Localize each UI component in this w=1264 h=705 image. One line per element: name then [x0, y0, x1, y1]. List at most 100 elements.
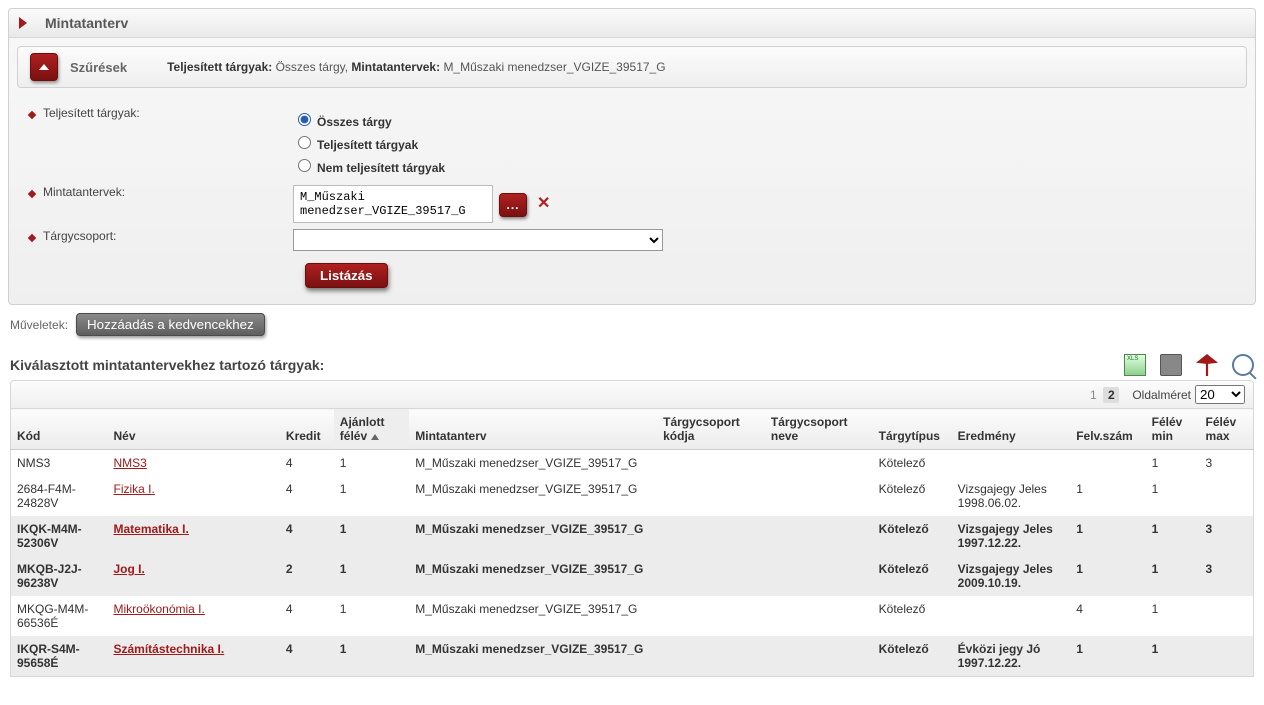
cell-kod: IKQR-S4M-95658É: [11, 636, 108, 677]
summary-key-2: Mintatantervek:: [351, 60, 440, 74]
cell-eredmeny: [952, 450, 1071, 477]
cell-ajanlott-felev: 1: [334, 636, 409, 677]
col-ajanlott-felev[interactable]: Ajánlott félév: [334, 409, 409, 450]
col-targycsoport-neve[interactable]: Tárgycsoport neve: [765, 409, 873, 450]
page-1[interactable]: 1: [1085, 387, 1101, 403]
filter-row-curricula: Mintatantervek: M_Műszaki menedzser_VGIZ…: [25, 185, 1239, 223]
curricula-clear-button[interactable]: ✕: [537, 193, 550, 213]
curricula-browse-button[interactable]: ...: [499, 193, 527, 217]
cell-felev-max: 3: [1200, 516, 1254, 556]
table-row: IKQK-M4M-52306VMatematika I.41M_Műszaki …: [11, 516, 1254, 556]
col-nev[interactable]: Név: [107, 409, 279, 450]
cell-eredmeny: Vizsgajegy Jeles 2009.10.19.: [952, 556, 1071, 596]
add-favorite-button[interactable]: Hozzáadás a kedvencekhez: [76, 313, 265, 336]
pin-icon[interactable]: [1196, 354, 1218, 376]
cell-felvszam: 1: [1070, 476, 1145, 516]
pagesize-select[interactable]: 20: [1195, 385, 1245, 404]
chevron-right-icon: [19, 17, 27, 29]
filter-row-completed: Teljesített tárgyak: Összes tárgy Teljes…: [25, 106, 1239, 179]
cell-felvszam: 1: [1070, 516, 1145, 556]
cell-targytipus: Kötelező: [873, 450, 952, 477]
cell-mintatanterv: M_Műszaki menedzser_VGIZE_39517_G: [409, 636, 657, 677]
diamond-icon: [28, 190, 36, 198]
course-link[interactable]: Számítástechnika I.: [113, 642, 224, 656]
course-link[interactable]: Jog I.: [113, 562, 144, 576]
cell-mintatanterv: M_Műszaki menedzser_VGIZE_39517_G: [409, 476, 657, 516]
radio-notdone[interactable]: Nem teljesített tárgyak: [293, 156, 445, 175]
cell-kredit: 4: [280, 636, 334, 677]
cell-tgk: [657, 476, 765, 516]
page-panel: Mintatanterv Szűrések Teljesített tárgya…: [8, 8, 1256, 305]
list-button[interactable]: Listázás: [305, 263, 388, 288]
export-xls-icon[interactable]: [1124, 354, 1146, 376]
cell-nev: Mikroökonómia I.: [107, 596, 279, 636]
col-mintatanterv[interactable]: Mintatanterv: [409, 409, 657, 450]
filter-body: Teljesített tárgyak: Összes tárgy Teljes…: [17, 96, 1247, 296]
radio-notdone-input[interactable]: [298, 159, 311, 172]
col-felev-max[interactable]: Félév max: [1200, 409, 1254, 450]
table-header-row: Kód Név Kredit Ajánlott félév Mintatante…: [11, 409, 1254, 450]
pagesize-label: Oldalméret: [1132, 388, 1191, 402]
cell-nev: Jog I.: [107, 556, 279, 596]
radio-done-input[interactable]: [298, 136, 311, 149]
col-targycsoport-kodja[interactable]: Tárgycsoport kódja: [657, 409, 765, 450]
operations-row: Műveletek: Hozzáadás a kedvencekhez: [10, 313, 1254, 336]
cell-tgn: [765, 476, 873, 516]
cell-felev-min: 1: [1146, 450, 1200, 477]
cell-targytipus: Kötelező: [873, 596, 952, 636]
cell-ajanlott-felev: 1: [334, 450, 409, 477]
cell-felev-max: 3: [1200, 450, 1254, 477]
collapse-filters-button[interactable]: [30, 53, 58, 81]
filter-row-subjectgroup: Tárgycsoport:: [25, 229, 1239, 251]
search-icon[interactable]: [1232, 354, 1254, 376]
cell-kod: MKQB-J2J-96238V: [11, 556, 108, 596]
radio-all[interactable]: Összes tárgy: [293, 110, 445, 129]
cell-felev-min: 1: [1146, 516, 1200, 556]
cell-tgk: [657, 450, 765, 477]
course-link[interactable]: Fizika I.: [113, 482, 154, 496]
page-2[interactable]: 2: [1103, 387, 1119, 403]
cell-kod: MKQG-M4M-66536É: [11, 596, 108, 636]
cell-felvszam: 1: [1070, 556, 1145, 596]
course-link[interactable]: Mikroökonómia I.: [113, 602, 204, 616]
cell-felev-min: 1: [1146, 556, 1200, 596]
cell-ajanlott-felev: 1: [334, 596, 409, 636]
cell-kod: NMS3: [11, 450, 108, 477]
cell-felvszam: 1: [1070, 636, 1145, 677]
cell-ajanlott-felev: 1: [334, 516, 409, 556]
cell-tgn: [765, 636, 873, 677]
cell-nev: NMS3: [107, 450, 279, 477]
grid-section-head: Kiválasztott mintatantervekhez tartozó t…: [10, 354, 1254, 376]
cell-eredmeny: [952, 596, 1071, 636]
cell-tgk: [657, 636, 765, 677]
col-felvszam[interactable]: Felv.szám: [1070, 409, 1145, 450]
course-link[interactable]: NMS3: [113, 456, 146, 470]
cell-kredit: 4: [280, 476, 334, 516]
col-felev-min[interactable]: Félév min: [1146, 409, 1200, 450]
cell-nev: Matematika I.: [107, 516, 279, 556]
subjectgroup-select[interactable]: [293, 229, 663, 251]
course-link[interactable]: Matematika I.: [113, 522, 188, 536]
curricula-input[interactable]: M_Műszaki menedzser_VGIZE_39517_G: [293, 185, 493, 223]
cell-tgn: [765, 596, 873, 636]
radio-done[interactable]: Teljesített tárgyak: [293, 133, 445, 152]
pager: 1 2 Oldalméret 20: [10, 380, 1254, 408]
page-header: Mintatanterv: [9, 9, 1255, 38]
cell-targytipus: Kötelező: [873, 516, 952, 556]
table-row: IKQR-S4M-95658ÉSzámítástechnika I.41M_Mű…: [11, 636, 1254, 677]
cell-kod: IKQK-M4M-52306V: [11, 516, 108, 556]
col-kredit[interactable]: Kredit: [280, 409, 334, 450]
diamond-icon: [28, 111, 36, 119]
cell-eredmeny: Vizsgajegy Jeles 1997.12.22.: [952, 516, 1071, 556]
col-eredmeny[interactable]: Eredmény: [952, 409, 1071, 450]
print-icon[interactable]: [1160, 354, 1182, 376]
table-row: 2684-F4M-24828VFizika I.41M_Műszaki mene…: [11, 476, 1254, 516]
col-targytipus[interactable]: Tárgytípus: [873, 409, 952, 450]
cell-felev-max: [1200, 636, 1254, 677]
filter-bar: Szűrések Teljesített tárgyak: Összes tár…: [17, 46, 1247, 88]
cell-targytipus: Kötelező: [873, 636, 952, 677]
cell-ajanlott-felev: 1: [334, 556, 409, 596]
col-kod[interactable]: Kód: [11, 409, 108, 450]
cell-targytipus: Kötelező: [873, 476, 952, 516]
radio-all-input[interactable]: [298, 113, 311, 126]
